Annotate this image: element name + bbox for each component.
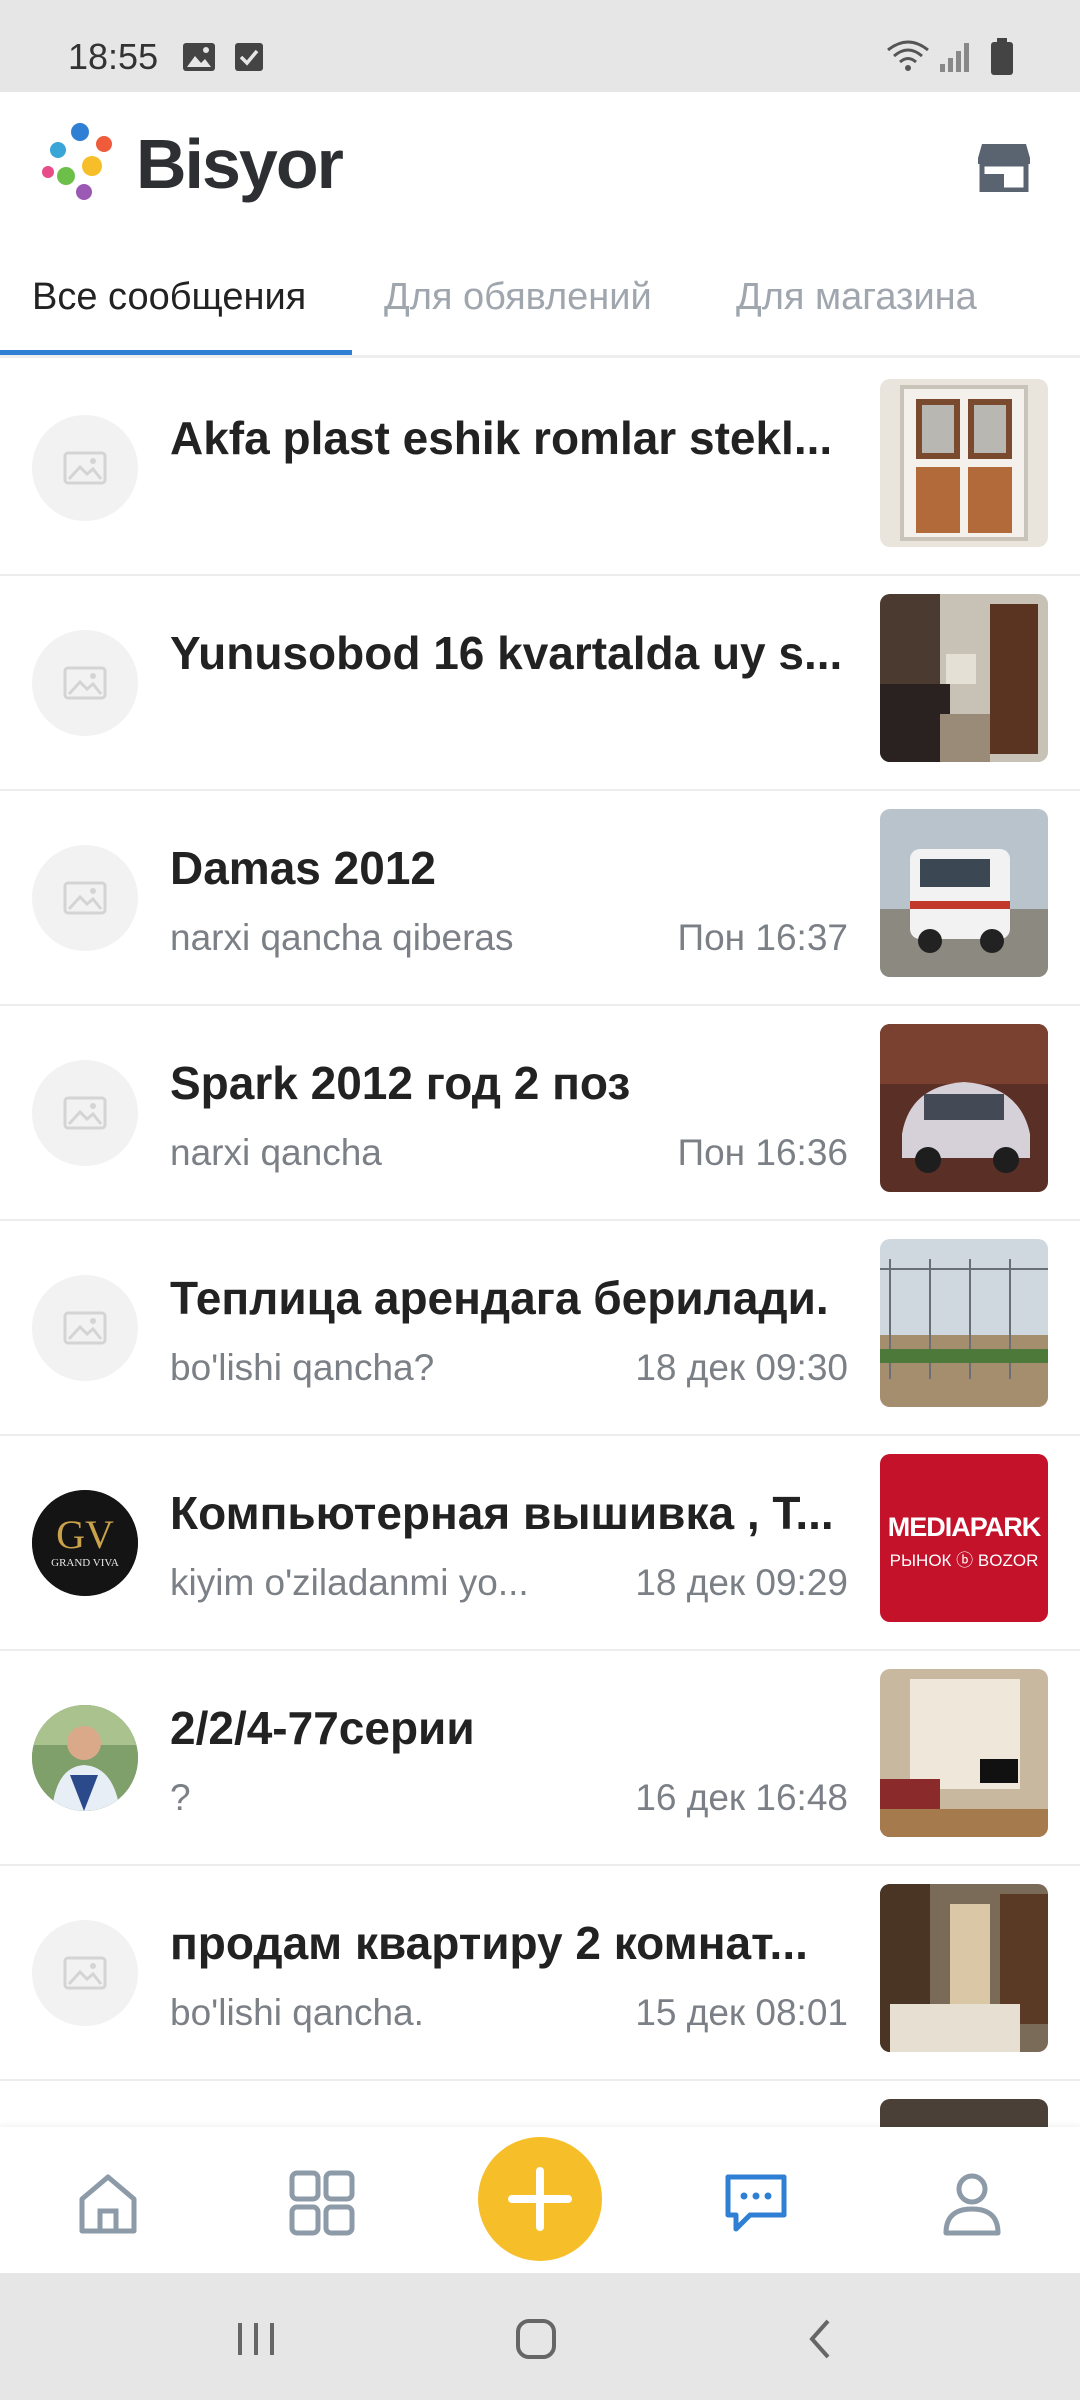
avatar	[32, 1060, 138, 1166]
conversation-row[interactable]: Damas 2012 narxi qancha qiberas Пон 16:3…	[0, 791, 1080, 1006]
image-placeholder-icon	[63, 1311, 107, 1345]
bisyor-logo-icon	[42, 123, 112, 200]
gallery-notification-icon	[183, 43, 215, 71]
tab-for-ads[interactable]: Для обявлений	[384, 276, 652, 319]
last-message-preview: bo'lishi qancha?	[170, 1347, 435, 1388]
avatar	[32, 845, 138, 951]
last-message-preview: narxi qancha	[170, 1132, 382, 1173]
profile-icon[interactable]	[936, 2167, 1008, 2239]
grid-icon[interactable]	[286, 2167, 358, 2239]
conversation-row[interactable]: Теплица арендага берилади. bo'lishi qanc…	[0, 1221, 1080, 1436]
last-message-preview: narxi qancha qiberas	[170, 917, 514, 958]
avatar	[32, 415, 138, 521]
last-message-preview: bo'lishi qancha.	[170, 1992, 424, 2033]
listing-thumbnail	[880, 1239, 1048, 1407]
thumbnail-sub-text: РЫНОК ⓑ BOZOR	[889, 1551, 1039, 1570]
app-brand-name: Bisyor	[136, 125, 344, 203]
status-time: 18:55	[68, 36, 159, 77]
conversation-title: Компьютерная вышивка , Т...	[170, 1487, 834, 1539]
image-placeholder-icon	[63, 1956, 107, 1990]
app-header: Bisyor	[0, 92, 1080, 242]
listing-thumbnail	[880, 379, 1048, 547]
message-time: 18 дек 09:29	[635, 1562, 848, 1603]
check-notification-icon	[235, 43, 263, 71]
conversation-title: Yunusobod 16 kvartalda uy s...	[170, 627, 843, 679]
gv-logo-avatar: GV GRAND VIVA	[32, 1490, 138, 1596]
add-listing-button[interactable]	[478, 2137, 602, 2261]
listing-thumbnail	[880, 594, 1048, 762]
conversation-title: Spark 2012 год 2 поз	[170, 1057, 631, 1109]
signal-icon	[940, 43, 969, 72]
conversation-row[interactable]: Akfa plast eshik romlar stekl...	[0, 361, 1080, 576]
store-icon[interactable]	[976, 142, 1032, 192]
last-message-preview: kiyim o'ziladanmi yo...	[170, 1562, 529, 1603]
svg-text:GRAND VIVA: GRAND VIVA	[51, 1557, 119, 1569]
conversation-row[interactable]: GV GRAND VIVA Компьютерная вышивка , Т..…	[0, 1436, 1080, 1651]
image-placeholder-icon	[63, 881, 107, 915]
conversation-row[interactable]	[0, 2081, 1080, 2127]
active-tab-indicator	[0, 350, 352, 355]
message-time: Пон 16:36	[677, 1132, 848, 1173]
conversation-title: 2/2/4-77серии	[170, 1702, 475, 1754]
message-time: 18 дек 09:30	[635, 1347, 848, 1388]
tab-for-store[interactable]: Для магазина	[736, 276, 977, 319]
conversation-row[interactable]: Spark 2012 год 2 поз narxi qancha Пон 16…	[0, 1006, 1080, 1221]
conversation-row[interactable]: продам квартиру 2 комнат... bo'lishi qan…	[0, 1866, 1080, 2081]
messages-icon[interactable]	[720, 2167, 792, 2239]
conversation-title: продам квартиру 2 комнат...	[170, 1917, 808, 1969]
conversation-title: Akfa plast eshik romlar stekl...	[170, 412, 833, 464]
home-button-icon[interactable]	[506, 2309, 566, 2369]
image-placeholder-icon	[63, 451, 107, 485]
bottom-navigation	[0, 2127, 1080, 2273]
conversation-row[interactable]: Yunusobod 16 kvartalda uy s...	[0, 576, 1080, 791]
conversation-row[interactable]: 2/2/4-77серии ? 16 дек 16:48	[0, 1651, 1080, 1866]
avatar	[32, 1920, 138, 2026]
plus-icon	[508, 2167, 572, 2231]
listing-thumbnail	[880, 809, 1048, 977]
avatar	[32, 1705, 138, 1811]
listing-thumbnail	[880, 1884, 1048, 2052]
avatar: GV GRAND VIVA	[32, 1490, 138, 1596]
tab-all-messages[interactable]: Все сообщения	[32, 276, 306, 319]
listing-thumbnail	[880, 1669, 1048, 1837]
image-placeholder-icon	[63, 1096, 107, 1130]
avatar	[32, 1275, 138, 1381]
wifi-icon	[887, 40, 929, 71]
listing-thumbnail: MEDIAPARK РЫНОК ⓑ BOZOR	[880, 1454, 1048, 1622]
battery-icon	[991, 38, 1013, 75]
avatar	[32, 630, 138, 736]
svg-text:GV: GV	[56, 1512, 114, 1557]
recent-apps-icon[interactable]	[226, 2309, 286, 2369]
message-time: 15 дек 08:01	[635, 1992, 848, 2033]
image-placeholder-icon	[63, 666, 107, 700]
system-navigation-bar	[0, 2273, 1080, 2400]
message-time: Пон 16:37	[677, 917, 848, 958]
conversation-title: Damas 2012	[170, 842, 436, 894]
conversation-title: Теплица арендага берилади.	[170, 1272, 829, 1324]
status-bar: 18:55	[0, 0, 1080, 92]
conversation-list[interactable]: Akfa plast eshik romlar stekl... Yunusob…	[0, 361, 1080, 2127]
user-photo-avatar	[32, 1705, 138, 1811]
home-icon[interactable]	[72, 2167, 144, 2239]
last-message-preview: ?	[170, 1777, 191, 1818]
listing-thumbnail	[880, 2099, 1048, 2127]
back-icon[interactable]	[790, 2309, 850, 2369]
message-time: 16 дек 16:48	[635, 1777, 848, 1818]
thumbnail-brand-text: MEDIAPARK	[887, 1512, 1042, 1542]
listing-thumbnail	[880, 1024, 1048, 1192]
message-tabs: Все сообщения Для обявлений Для магазина	[0, 242, 1080, 358]
